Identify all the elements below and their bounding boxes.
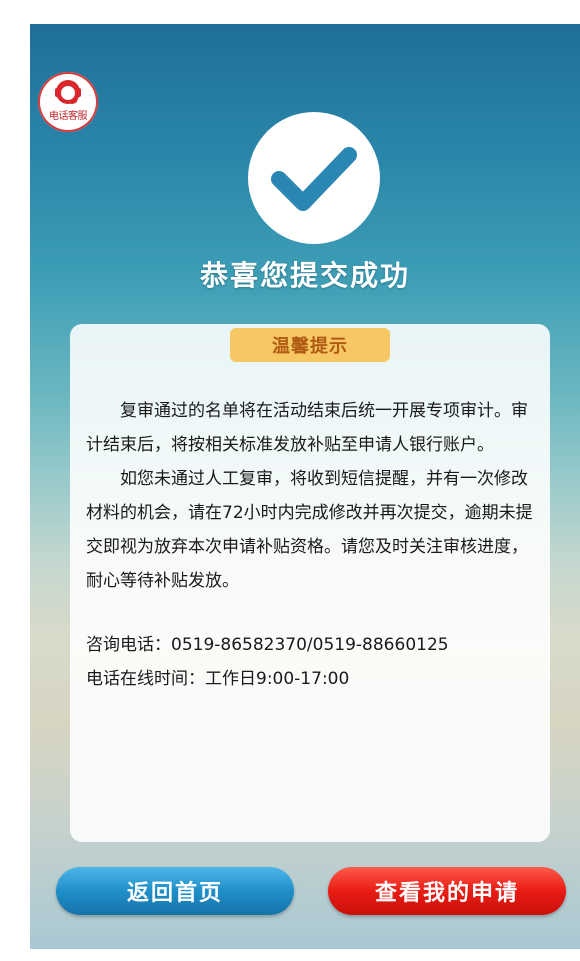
tip-card: 温馨提示 复审通过的名单将在活动结束后统一开展专项审计。审计结束后，将按相关标准… (70, 324, 550, 842)
contact-phone: 咨询电话：0519-86582370/0519-88660125 (86, 635, 449, 655)
success-title: 恭喜您提交成功 (199, 259, 410, 292)
screen: 电话客服 恭喜您提交成功 温馨提示 复审通过的名单将在活动结束后统一开展专项审计… (30, 24, 580, 949)
back-home-button[interactable]: 返回首页 (56, 867, 294, 915)
headset-icon (55, 80, 81, 104)
tip-body: 复审通过的名单将在活动结束后统一开展专项审计。审计结束后，将按相关标准发放补贴至… (86, 394, 538, 696)
tip-heading: 温馨提示 (230, 328, 390, 362)
view-application-button[interactable]: 查看我的申请 (328, 867, 566, 915)
tip-paragraph: 如您未通过人工复审，将收到短信提醒，并有一次修改材料的机会，请在72小时内完成修… (86, 469, 533, 591)
check-icon (271, 147, 357, 211)
tip-paragraph: 复审通过的名单将在活动结束后统一开展专项审计。审计结束后，将按相关标准发放补贴至… (86, 401, 528, 455)
hotline-badge[interactable]: 电话客服 (38, 72, 98, 132)
contact-hours: 电话在线时间：工作日9:00-17:00 (86, 669, 350, 689)
hotline-label: 电话客服 (49, 111, 88, 122)
success-badge (248, 112, 380, 244)
